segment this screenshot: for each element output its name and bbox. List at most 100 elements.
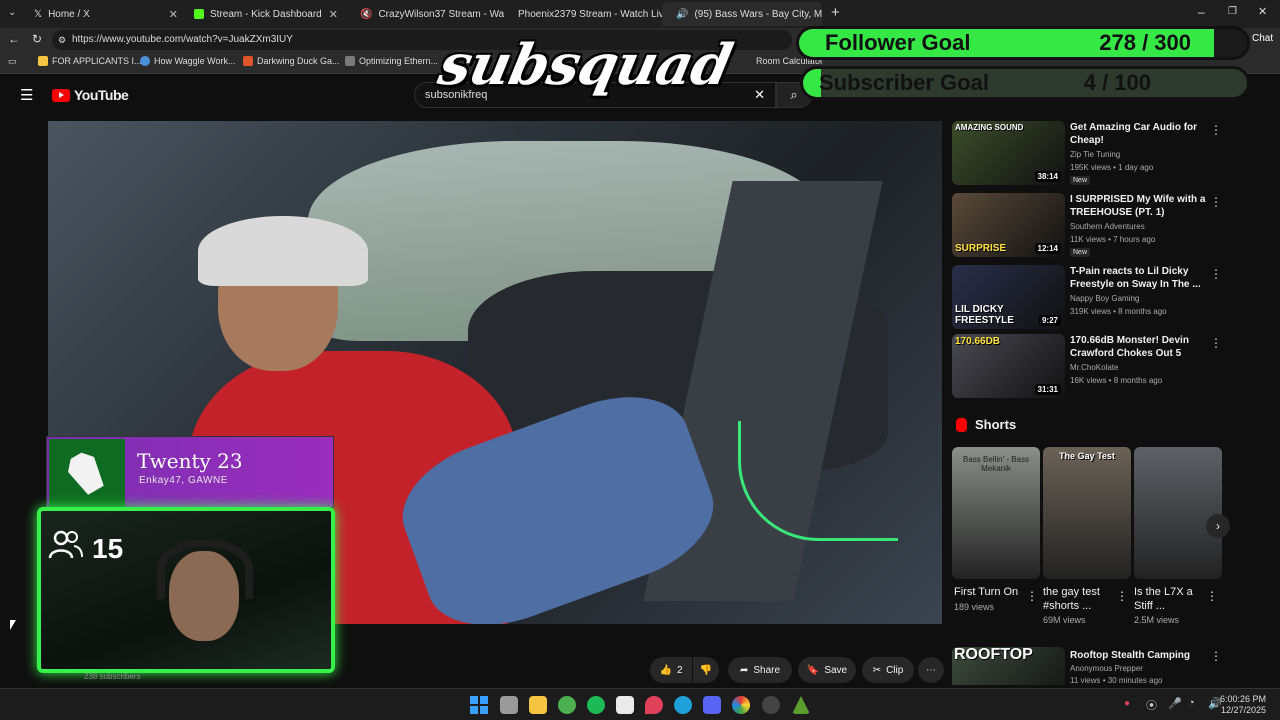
more-vertical-icon[interactable]: ⋮ [1026, 589, 1038, 603]
bookmarks-menu-icon[interactable]: ▭ [8, 56, 17, 67]
tab-crazywilson-stream[interactable]: 🔇 CrazyWilson37 Stream - Watch [346, 2, 504, 26]
chrome-icon[interactable] [558, 696, 576, 714]
scissors-icon: ✂ [872, 664, 882, 676]
windows-start-icon[interactable] [470, 696, 488, 714]
task-view-icon[interactable] [500, 696, 518, 714]
tray-wifi-icon[interactable]: ◔ [1188, 697, 1195, 709]
site-info-icon[interactable]: ⚙ [58, 30, 66, 50]
tab-kick-dashboard[interactable]: Stream - Kick Dashboard ✕ [186, 2, 346, 26]
channel-name[interactable]: Southern Adventures [1070, 222, 1145, 231]
video-title[interactable]: 170.66dB Monster! Devin Crawford Chokes … [1070, 334, 1210, 360]
green-app-icon[interactable] [792, 696, 810, 714]
follower-goal-bar: Follower Goal 278 / 300 [796, 26, 1250, 60]
bookmark-waggle[interactable]: How Waggle Work... [140, 56, 236, 66]
more-horizontal-icon: ⋯ [926, 664, 936, 676]
map-pin-icon[interactable] [645, 696, 663, 714]
close-tab-icon[interactable]: ✕ [329, 8, 338, 21]
tab-list-chevron-icon[interactable]: ⌄ [8, 7, 16, 18]
video-title[interactable]: I SURPRISED My Wife with a TREEHOUSE (PT… [1070, 193, 1210, 219]
more-vertical-icon[interactable]: ⋮ [1116, 589, 1128, 603]
clip-button[interactable]: ✂ Clip [862, 657, 914, 683]
short-thumbnail[interactable]: Bass Bellin' - Bass Mekanik [952, 447, 1040, 579]
more-vertical-icon[interactable]: ⋮ [1210, 649, 1222, 663]
short-title[interactable]: the gay test #shorts ... [1043, 585, 1117, 613]
tab-label: Home / X [48, 8, 90, 20]
recommendation-item[interactable]: AMAZING SOUND 38:14 Get Amazing Car Audi… [952, 121, 1222, 185]
dislike-button[interactable]: 👎 [693, 657, 719, 683]
video-thumbnail[interactable]: AMAZING SOUND 38:14 [952, 121, 1065, 185]
new-tab-plus-icon[interactable]: + [831, 4, 840, 21]
speedometer-icon[interactable] [762, 696, 780, 714]
recommendation-item[interactable]: 170.66DB 31:31 170.66dB Monster! Devin C… [952, 334, 1222, 398]
subscriber-goal-label: Subscriber Goal [819, 70, 989, 95]
video-meta: 11 views • 30 minutes ago [1070, 676, 1163, 685]
speaker-icon[interactable]: 🔊 [676, 9, 688, 20]
alert-name: Twenty 23 [137, 449, 243, 473]
youtube-logo[interactable]: YouTube [52, 87, 129, 103]
bookmark-applicants[interactable]: FOR APPLICANTS I... [38, 56, 142, 66]
edge-icon[interactable] [674, 696, 692, 714]
short-title[interactable]: First Turn On [954, 585, 1028, 599]
video-thumbnail[interactable]: 170.66DB 31:31 [952, 334, 1065, 398]
youtube-play-icon [52, 88, 70, 102]
system-clock[interactable]: 6:00:26 PM 12/27/2025 [1220, 694, 1266, 716]
video-thumbnail[interactable]: SURPRISE 12:14 [952, 193, 1065, 257]
tab-phoenix-stream[interactable]: Phoenix2379 Stream - Watch Live ✕ [504, 2, 662, 26]
minimize-window-icon[interactable]: – [1198, 5, 1205, 19]
back-arrow-icon[interactable]: ← [8, 32, 20, 46]
video-title[interactable]: Get Amazing Car Audio for Cheap! [1070, 121, 1210, 147]
more-vertical-icon[interactable]: ⋮ [1210, 336, 1222, 350]
save-button[interactable]: 🔖 Save [798, 657, 856, 683]
video-meta: 11K views • 7 hours ago [1070, 235, 1156, 244]
thumbs-down-icon: 👎 [699, 664, 713, 676]
close-tab-icon[interactable]: ✕ [169, 8, 178, 21]
shorts-next-button[interactable]: › [1206, 514, 1230, 538]
video-thumbnail[interactable]: LIL DICKY FREESTYLE 9:27 [952, 265, 1065, 329]
tray-network-icon[interactable]: ⦿ [1146, 697, 1157, 713]
more-vertical-icon[interactable]: ⋮ [1210, 195, 1222, 209]
more-actions-button[interactable]: ⋯ [918, 657, 944, 683]
tray-microphone-icon[interactable]: 🎤 [1168, 697, 1182, 710]
thumbnail-caption: ROOFTOP [954, 647, 1033, 663]
short-thumbnail[interactable] [1134, 447, 1222, 579]
viewer-count-value: 15 [92, 532, 124, 564]
channel-name[interactable]: Anonymous Prepper [1070, 664, 1143, 673]
hamburger-menu-icon[interactable]: ☰ [20, 86, 33, 104]
app-icon[interactable] [616, 696, 634, 714]
bookmark-ethernet[interactable]: Optimizing Ethern... [345, 56, 438, 66]
color-picker-icon[interactable] [732, 696, 750, 714]
discord-icon[interactable] [703, 696, 721, 714]
reload-icon[interactable]: ↻ [32, 32, 42, 46]
more-vertical-icon[interactable]: ⋮ [1210, 123, 1222, 137]
muted-speaker-icon[interactable]: 🔇 [360, 9, 372, 20]
short-thumbnail[interactable]: The Gay Test [1043, 447, 1131, 579]
spotify-icon[interactable] [587, 696, 605, 714]
tab-bass-wars[interactable]: 🔊 (95) Bass Wars - Bay City, Mic ✕ [662, 2, 822, 26]
tab-home-x[interactable]: 𝕏 Home / X ✕ [26, 2, 186, 26]
recommendation-item[interactable]: ROOFTOP Rooftop Stealth Camping Anonymou… [952, 647, 1222, 685]
recommendation-item[interactable]: LIL DICKY FREESTYLE 9:27 T-Pain reacts t… [952, 265, 1222, 329]
video-title[interactable]: T-Pain reacts to Lil Dicky Freestyle on … [1070, 265, 1210, 291]
short-title[interactable]: Is the L7X a Stiff ... [1134, 585, 1208, 613]
video-duration: 38:14 [1034, 171, 1061, 182]
recommendation-item[interactable]: SURPRISE 12:14 I SURPRISED My Wife with … [952, 193, 1222, 257]
tray-pin-icon[interactable]: ● [1124, 698, 1130, 709]
shorts-logo-icon [956, 417, 967, 432]
chat-button[interactable]: Chat [1252, 33, 1273, 44]
file-explorer-icon[interactable] [529, 696, 547, 714]
bookmark-favicon-icon [38, 56, 48, 66]
channel-name[interactable]: Zip Tie Tuning [1070, 150, 1120, 159]
video-thumbnail[interactable]: ROOFTOP [952, 647, 1065, 685]
channel-name[interactable]: Nappy Boy Gaming [1070, 294, 1139, 303]
subscriber-goal-bar: Subscriber Goal 4 / 100 [800, 66, 1250, 100]
video-title[interactable]: Rooftop Stealth Camping [1070, 649, 1210, 662]
channel-name[interactable]: Mr.ChoKolate [1070, 363, 1118, 372]
restore-window-icon[interactable]: ❐ [1228, 6, 1237, 17]
bookmark-darkwing[interactable]: Darkwing Duck Ga... [243, 56, 340, 66]
viewers-people-icon [48, 530, 84, 567]
more-vertical-icon[interactable]: ⋮ [1210, 267, 1222, 281]
share-button[interactable]: ➦ Share [728, 657, 792, 683]
close-window-icon[interactable]: ✕ [1258, 5, 1267, 18]
like-button[interactable]: 👍 2 [650, 657, 692, 683]
more-vertical-icon[interactable]: ⋮ [1206, 589, 1218, 603]
